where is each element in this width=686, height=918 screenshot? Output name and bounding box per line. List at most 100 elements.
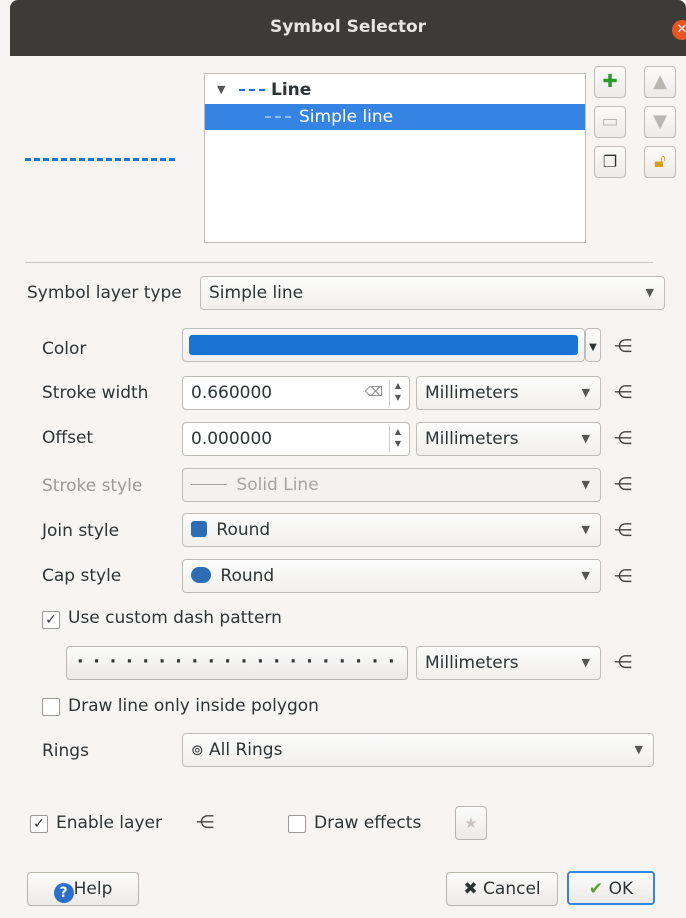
cancel-label: Cancel [483,879,541,899]
rings-icon: ⊚ [191,741,204,759]
title-bar: Symbol Selector ✕ [10,0,686,56]
draw-inside-polygon-label: Draw line only inside polygon [68,696,319,716]
dash-pattern-button[interactable]: · · · · · · · · · · · · · · · · · · · · … [66,646,408,680]
plus-icon: ✚ [602,71,618,92]
custom-dash-checkbox[interactable]: ✓ [42,611,60,629]
draw-effects-label: Draw effects [314,813,422,833]
custom-dash-label: Use custom dash pattern [68,608,282,628]
dash-pattern-preview: · · · · · · · · · · · · · · · · · · · · … [77,652,397,672]
data-defined-override-icon[interactable]: ⋲ [614,520,636,542]
checkmark-icon: ✔ [588,879,604,899]
offset-label: Offset [42,428,94,448]
color-button[interactable] [182,328,585,362]
help-label: Help [73,879,113,899]
chevron-down-icon: ▼ [581,386,590,399]
solid-line-icon [191,484,227,485]
rings-label: Rings [42,741,89,761]
stroke-width-value: 0.660000 [191,383,273,403]
chevron-down-icon: ▼ [634,743,643,756]
rings-value: All Rings [208,740,283,760]
clear-icon[interactable]: ⌫ [365,377,383,409]
color-menu-button[interactable]: ▼ [585,328,601,362]
effects-button[interactable]: ★ [455,806,487,840]
unit-value: Millimeters [425,429,519,449]
cap-style-label: Cap style [42,566,122,586]
spin-box-arrows[interactable]: ▲ ▼ [389,380,406,406]
data-defined-override-icon[interactable]: ⋲ [614,382,636,404]
data-defined-override-icon[interactable]: ⋲ [196,812,218,834]
minus-icon: ▭ [601,111,619,132]
duplicate-layer-button[interactable]: ❐ [594,146,626,178]
stroke-style-value: Solid Line [236,475,319,495]
chevron-down-icon: ▼ [581,432,590,445]
offset-value: 0.000000 [191,429,273,449]
ok-button[interactable]: ✔ OK [567,871,655,905]
star-icon: ★ [464,814,478,832]
chevron-down-icon: ▼ [645,286,654,299]
window-title: Symbol Selector [269,17,427,37]
arrow-up-icon: ▲ [653,71,667,92]
join-style-value: Round [216,520,271,540]
unit-value: Millimeters [425,653,519,673]
tree-item-label: Line [271,80,312,100]
lock-icon: 🔓︎ [654,151,666,172]
symbol-layer-type-select[interactable]: Simple line ▼ [200,276,665,310]
chevron-down-icon: ▼ [581,523,590,536]
offset-input[interactable]: 0.000000 ▲ ▼ [182,422,410,456]
help-icon: ? [53,883,74,903]
data-defined-override-icon[interactable]: ⋲ [614,336,636,358]
stroke-width-input[interactable]: 0.660000 ⌫ ▲ ▼ [182,376,410,410]
spin-box-arrows[interactable]: ▲ ▼ [389,426,406,452]
stroke-width-label: Stroke width [42,383,149,403]
stroke-width-unit-select[interactable]: Millimeters ▼ [416,376,601,410]
line-symbol-icon [239,89,265,91]
data-defined-override-icon[interactable]: ⋲ [614,474,636,496]
chevron-down-icon: ▼ [581,656,590,669]
color-label: Color [42,339,87,359]
simple-line-icon [265,116,291,118]
move-down-button[interactable]: ▼ [644,106,676,138]
stroke-style-label: Stroke style [42,476,143,496]
offset-unit-select[interactable]: Millimeters ▼ [416,422,601,456]
cap-style-select[interactable]: Round ▼ [182,559,601,593]
dash-unit-select[interactable]: Millimeters ▼ [416,646,601,680]
cancel-button[interactable]: ✖ Cancel [446,872,558,906]
draw-effects-checkbox[interactable] [288,815,306,833]
enable-layer-checkbox[interactable]: ✓ [30,815,48,833]
stroke-style-select[interactable]: Solid Line ▼ [182,468,601,502]
cap-style-value: Round [220,566,275,586]
help-button[interactable]: ? Help [27,872,139,906]
chevron-down-icon[interactable]: ▼ [217,77,225,103]
round-join-icon [191,521,207,537]
separator [25,262,653,263]
duplicate-icon: ❐ [602,152,618,171]
symbol-layer-tree[interactable]: ▼ Line Simple line [204,73,586,243]
cancel-icon: ✖ [463,879,478,899]
arrow-down-icon: ▼ [653,111,667,132]
move-up-button[interactable]: ▲ [644,66,676,98]
tree-item-line[interactable]: ▼ Line [205,77,585,103]
data-defined-override-icon[interactable]: ⋲ [614,428,636,450]
join-style-select[interactable]: Round ▼ [182,513,601,547]
round-cap-icon [191,567,211,583]
chevron-down-icon: ▼ [581,569,590,582]
tree-item-simple-line[interactable]: Simple line [205,104,585,130]
remove-layer-button[interactable]: ▭ [594,106,626,138]
add-layer-button[interactable]: ✚ [594,66,626,98]
data-defined-override-icon[interactable]: ⋲ [614,652,636,674]
symbol-preview [25,158,175,161]
close-icon[interactable]: ✕ [672,20,686,40]
join-style-label: Join style [42,521,120,541]
ok-label: OK [608,879,634,899]
draw-inside-polygon-checkbox[interactable] [42,698,60,716]
symbol-layer-type-value: Simple line [209,283,304,303]
tree-item-label: Simple line [299,107,394,127]
unit-value: Millimeters [425,383,519,403]
chevron-down-icon: ▼ [589,342,597,353]
enable-layer-label: Enable layer [56,813,162,833]
rings-select[interactable]: ⊚ All Rings ▼ [182,733,654,767]
lock-layer-button[interactable]: 🔓︎ [644,146,676,178]
symbol-layer-type-label: Symbol layer type [27,283,182,303]
color-swatch [189,335,578,355]
data-defined-override-icon[interactable]: ⋲ [614,566,636,588]
